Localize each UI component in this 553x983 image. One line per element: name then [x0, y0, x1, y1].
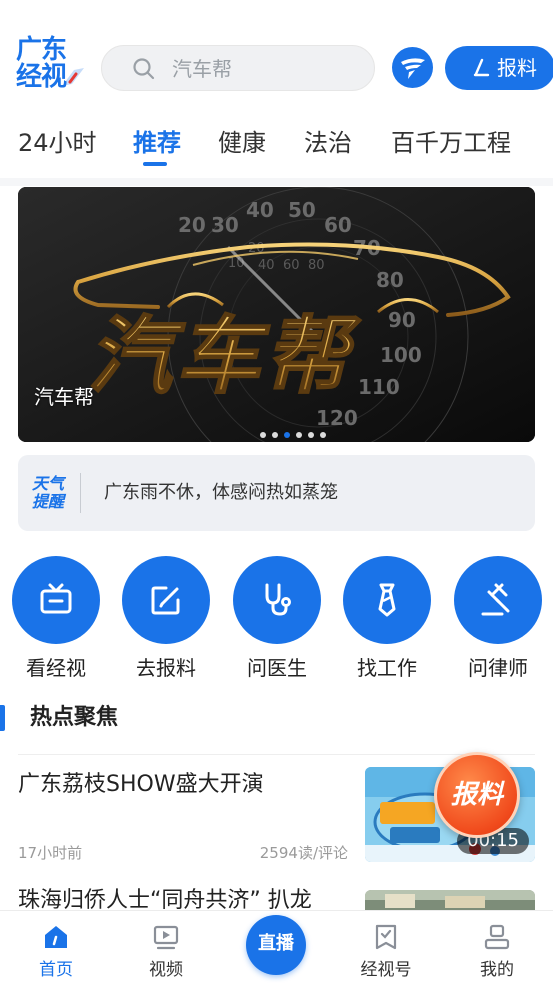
logo-line2: 经视	[16, 62, 67, 92]
service-circle	[122, 556, 210, 644]
speedo-tick: 50	[288, 198, 316, 222]
speedo-inner-tick: 40	[258, 258, 275, 273]
nav-video[interactable]: 视频	[126, 911, 206, 983]
service-report[interactable]: 去报料	[122, 556, 210, 686]
tab-project[interactable]: 百千万工程	[391, 128, 511, 158]
home-icon	[45, 926, 67, 948]
carousel-dot[interactable]	[308, 432, 314, 438]
banner-artwork: 20 30 40 50 60 70 80 90 100 110 120 10 2…	[18, 187, 535, 442]
tab-law[interactable]: 法治	[304, 128, 352, 158]
gavel-icon	[481, 583, 510, 616]
carousel-dot[interactable]	[320, 432, 326, 438]
nav-profile[interactable]: 我的	[457, 911, 537, 983]
service-doctor[interactable]: 问医生	[233, 556, 321, 686]
speedo-tick: 90	[388, 308, 416, 332]
tie-icon	[378, 583, 396, 617]
tab-24h[interactable]: 24小时	[18, 128, 97, 158]
bookmark-icon	[375, 924, 397, 950]
section-divider	[18, 754, 535, 755]
speedo-tick: 120	[316, 406, 358, 430]
tv-icon	[40, 583, 72, 614]
section-title: 热点聚焦	[30, 705, 119, 730]
search-bar[interactable]: 汽车帮	[101, 45, 375, 91]
speedo-tick: 100	[380, 343, 422, 367]
profile-icon	[484, 924, 510, 950]
nav-label: 经视号	[360, 960, 412, 980]
logo-line1: 广东	[16, 35, 67, 65]
nav-channel[interactable]: 经视号	[346, 911, 426, 983]
service-jobs[interactable]: 找工作	[343, 556, 431, 686]
speedo-inner-tick: 10	[228, 256, 245, 271]
nav-label: 视频	[149, 960, 183, 980]
tab-health[interactable]: 健康	[218, 128, 266, 158]
carousel-dot[interactable]	[272, 432, 278, 438]
news-stats: 2594读/评论	[259, 844, 348, 862]
nav-home[interactable]: 首页	[16, 911, 96, 983]
stethoscope-icon	[265, 583, 291, 616]
service-circle	[343, 556, 431, 644]
banner-caption: 汽车帮	[34, 385, 94, 409]
service-label: 找工作	[357, 656, 417, 680]
carousel-dot[interactable]	[296, 432, 302, 438]
weather-badge-line1: 天气	[32, 474, 65, 493]
banner-carousel[interactable]: 20 30 40 50 60 70 80 90 100 110 120 10 2…	[18, 187, 535, 442]
weather-divider	[80, 473, 81, 513]
service-label: 问律师	[468, 656, 528, 680]
logo-swoosh-icon	[62, 68, 84, 86]
weather-badge-line2: 提醒	[32, 492, 65, 511]
speedo-tick: 60	[324, 213, 352, 237]
speedo-inner-tick: 60	[283, 258, 300, 273]
active-tab-indicator	[143, 162, 167, 166]
channel-tabs: 24小时 推荐 健康 法治 百千万工程	[0, 118, 553, 174]
speedo-tick: 40	[246, 198, 274, 222]
news-title[interactable]: 珠海归侨人士“同舟共济” 扒龙	[18, 886, 348, 910]
search-placeholder: 汽车帮	[172, 57, 232, 81]
service-label: 问医生	[247, 656, 307, 680]
service-label: 去报料	[136, 656, 196, 680]
speedo-tick: 30	[211, 213, 239, 237]
floating-report-button[interactable]: 报料	[434, 752, 520, 838]
channel-swoosh-icon	[401, 58, 425, 79]
pen-icon	[473, 58, 490, 77]
header: 广东 经视 汽车帮 报料	[0, 0, 553, 110]
report-button-label: 报料	[497, 56, 537, 80]
nav-label: 首页	[39, 960, 73, 980]
service-lawyer[interactable]: 问律师	[454, 556, 542, 686]
report-button[interactable]: 报料	[445, 46, 553, 90]
live-button[interactable]: 直播	[246, 915, 306, 975]
weather-text: 广东雨不休，体感闷热如蒸笼	[104, 482, 338, 503]
speedo-tick: 20	[178, 213, 206, 237]
section-accent-bar	[0, 705, 5, 731]
weather-alert[interactable]: 天气 提醒 广东雨不休，体感闷热如蒸笼	[18, 455, 535, 531]
video-icon	[153, 925, 179, 950]
divider-band	[0, 178, 553, 186]
news-title[interactable]: 广东荔枝SHOW盛大开演	[18, 770, 348, 800]
speedo-tick: 80	[376, 268, 404, 292]
service-label: 看经视	[26, 656, 86, 680]
service-circle	[233, 556, 321, 644]
service-circle	[12, 556, 100, 644]
service-watch-tv[interactable]: 看经视	[12, 556, 100, 686]
speedo-inner-tick: 80	[308, 258, 325, 273]
news-time: 17小时前	[18, 844, 83, 862]
app-logo[interactable]: 广东 经视	[14, 36, 88, 96]
floating-report-label: 报料	[450, 780, 503, 810]
live-button-label: 直播	[258, 933, 294, 954]
banner-title-art: 汽车帮	[88, 307, 361, 405]
edit-icon	[151, 586, 180, 615]
nav-label: 我的	[480, 960, 514, 980]
guangdong-channel-button[interactable]	[392, 47, 433, 88]
carousel-dot[interactable]	[260, 432, 266, 438]
service-circle	[454, 556, 542, 644]
carousel-dots	[260, 432, 330, 438]
speedo-tick: 110	[358, 375, 400, 399]
tab-recommended[interactable]: 推荐	[133, 128, 181, 158]
search-icon	[133, 58, 155, 80]
carousel-dot-active[interactable]	[284, 432, 290, 438]
